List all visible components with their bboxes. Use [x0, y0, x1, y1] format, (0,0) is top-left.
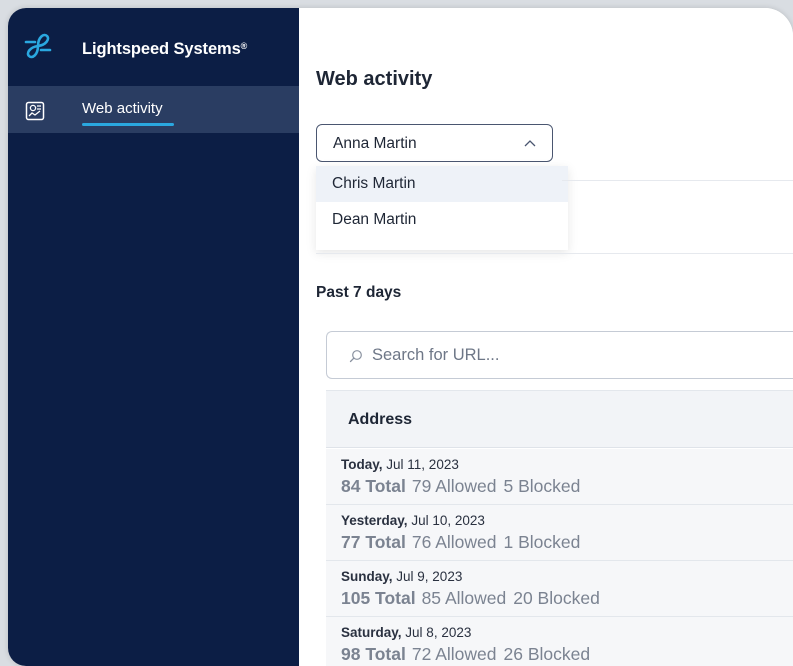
table-header: Address [326, 390, 793, 448]
row-stats: 98 Total 72 Allowed 26 Blocked [341, 644, 590, 665]
row-date: Sunday, Jul 9, 2023 [341, 569, 462, 584]
student-select[interactable]: Anna Martin [316, 124, 553, 162]
row-date: Today, Jul 11, 2023 [341, 457, 459, 472]
row-stats: 105 Total 85 Allowed 20 Blocked [341, 588, 600, 609]
row-date: Saturday, Jul 8, 2023 [341, 625, 471, 640]
registered-mark: ® [240, 41, 248, 51]
row-allowed: 76 Allowed [411, 532, 497, 552]
row-date: Yesterday, Jul 10, 2023 [341, 513, 485, 528]
row-total: 77 Total [341, 532, 406, 552]
brand-name: Lightspeed Systems® [82, 40, 248, 58]
sidebar-item-web-activity[interactable]: Web activity [8, 86, 299, 133]
row-date-value: Jul 9, 2023 [396, 569, 463, 584]
table-body: Today, Jul 11, 2023 84 Total 79 Allowed 5 … [326, 449, 793, 666]
search-box[interactable] [326, 331, 793, 379]
web-activity-icon [25, 101, 45, 121]
sidebar-item-label: Web activity [82, 100, 163, 117]
row-stats: 77 Total 76 Allowed 1 Blocked [341, 532, 580, 553]
brand-header: Lightspeed Systems® [8, 8, 299, 86]
divider [316, 253, 793, 254]
row-total: 105 Total [341, 588, 416, 608]
active-indicator [82, 123, 174, 126]
table-row[interactable]: Today, Jul 11, 2023 84 Total 79 Allowed 5 … [326, 449, 793, 505]
main-content: Web activity Anna Martin Chris Martin De… [299, 8, 793, 666]
table-row[interactable]: Yesterday, Jul 10, 2023 77 Total 76 Allow… [326, 505, 793, 561]
row-allowed: 79 Allowed [411, 476, 497, 496]
search-icon [349, 350, 362, 363]
dropdown-option-dean-martin[interactable]: Dean Martin [316, 202, 568, 238]
row-day: Saturday, [341, 625, 402, 640]
student-dropdown-menu: Chris Martin Dean Martin [316, 166, 568, 250]
row-date-value: Jul 10, 2023 [411, 513, 485, 528]
row-date-value: Jul 11, 2023 [386, 457, 459, 472]
divider [562, 180, 793, 181]
row-day: Today, [341, 457, 383, 472]
row-day: Sunday, [341, 569, 393, 584]
table-row[interactable]: Saturday, Jul 8, 2023 98 Total 72 Allowed… [326, 617, 793, 666]
row-date-value: Jul 8, 2023 [405, 625, 472, 640]
row-total: 84 Total [341, 476, 406, 496]
row-blocked: 5 Blocked [503, 476, 581, 496]
search-input[interactable] [372, 343, 772, 367]
table-row[interactable]: Sunday, Jul 9, 2023 105 Total 85 Allowed 2… [326, 561, 793, 617]
row-day: Yesterday, [341, 513, 408, 528]
row-stats: 84 Total 79 Allowed 5 Blocked [341, 476, 580, 497]
row-blocked: 20 Blocked [513, 588, 600, 608]
row-total: 98 Total [341, 644, 406, 664]
lightspeed-logo-icon [24, 33, 52, 59]
student-select-value: Anna Martin [333, 135, 417, 152]
row-blocked: 1 Blocked [503, 532, 581, 552]
row-blocked: 26 Blocked [503, 644, 591, 664]
sidebar: Lightspeed Systems® Web activity [8, 8, 299, 666]
page-title: Web activity [316, 68, 433, 90]
column-header-address[interactable]: Address [348, 411, 412, 429]
app-window: Lightspeed Systems® Web activity Web act… [8, 8, 793, 666]
period-label: Past 7 days [316, 284, 402, 301]
row-allowed: 72 Allowed [411, 644, 497, 664]
chevron-up-icon [524, 140, 536, 147]
dropdown-option-chris-martin[interactable]: Chris Martin [316, 166, 568, 202]
row-allowed: 85 Allowed [421, 588, 507, 608]
